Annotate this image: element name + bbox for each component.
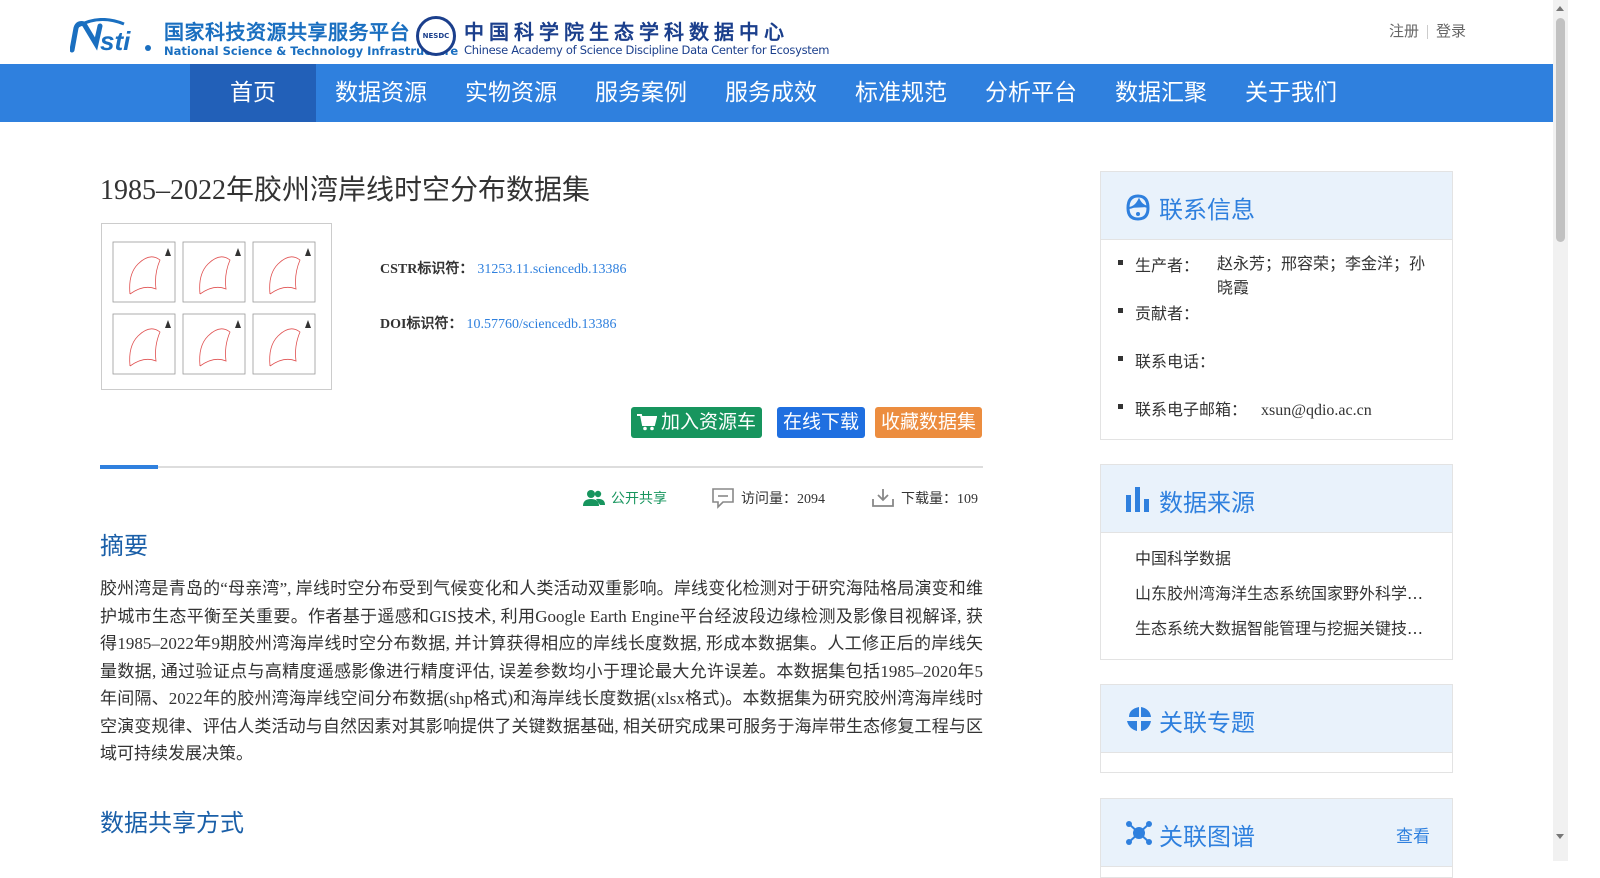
download-count: 下载量：109	[871, 486, 978, 510]
doi-label: DOI标识符：	[380, 317, 463, 332]
nav-item-data-aggregation[interactable]: 数据汇聚	[1096, 64, 1226, 122]
nesdc-badge-icon: NESDC	[416, 16, 456, 56]
thumbnail-maps-image	[112, 241, 316, 375]
active-tab-indicator	[100, 465, 158, 469]
data-source-panel-header: 数据来源	[1101, 465, 1452, 533]
contributor-row: 贡献者：	[1118, 300, 1200, 324]
contributor-label: 贡献者：	[1135, 304, 1200, 323]
visit-count: 访问量：2094	[711, 486, 825, 510]
register-link[interactable]: 注册	[1381, 20, 1427, 41]
nav-list: 首页 数据资源 实物资源 服务案例 服务成效 标准规范 分析平台 数据汇聚 关于…	[190, 64, 1356, 122]
favorite-dataset-button[interactable]: 收藏数据集	[875, 407, 983, 438]
email-value[interactable]: xsun@qdio.ac.cn	[1261, 402, 1372, 419]
scroll-down-arrow-icon[interactable]	[1556, 834, 1564, 839]
nav-item-analysis-platform[interactable]: 分析平台	[966, 64, 1096, 122]
producer-value: 赵永芳；邢容荣；李金洋；孙晓霞	[1217, 254, 1426, 297]
nav-item-service-results[interactable]: 服务成效	[706, 64, 836, 122]
bullet	[1118, 260, 1123, 265]
site-header: sti 国家科技资源共享服务平台 National Science & Tech…	[0, 0, 1568, 64]
data-source-panel: 数据来源 中国科学数据 山东胶州湾海洋生态系统国家野外科学观测研究站 生态系统大…	[1100, 464, 1453, 660]
abstract-heading: 摘要	[100, 532, 148, 560]
logo1-en-text: National Science & Technology Infrastruc…	[164, 44, 459, 58]
source-item[interactable]: 中国科学数据	[1135, 545, 1425, 569]
logo2-en-text: Chinese Academy of Science Discipline Da…	[464, 43, 830, 57]
phone-label: 联系电话：	[1135, 352, 1216, 371]
nesdc-badge-text: NESDC	[422, 32, 450, 40]
users-icon	[583, 490, 605, 506]
nsti-logo-icon: sti	[70, 18, 151, 54]
related-topics-panel-title: 关联专题	[1159, 709, 1255, 737]
abstract-text: 胶州湾是青岛的“母亲湾”, 岸线时空分布受到气候变化和人类活动双重影响。岸线变化…	[100, 579, 983, 763]
scroll-up-arrow-icon[interactable]	[1556, 6, 1564, 11]
logo1-cn-text: 国家科技资源共享服务平台	[164, 20, 410, 44]
contact-panel-header: 联系信息	[1101, 172, 1452, 240]
cart-icon	[637, 414, 658, 431]
add-to-cart-label: 加入资源车	[661, 411, 757, 433]
visit-count-text: 访问量：2094	[741, 492, 825, 507]
bullet	[1118, 404, 1123, 409]
doi-link[interactable]: 10.57760/sciencedb.13386	[466, 317, 616, 332]
nesdc-logo[interactable]: NESDC 中国科学院生态学科数据中心 Chinese Academy of S…	[416, 14, 829, 58]
bullet	[1118, 308, 1123, 313]
related-graph-panel-header: 关联图谱 查看	[1101, 799, 1452, 867]
producer-label: 生产者：	[1135, 256, 1200, 275]
svg-text:sti: sti	[100, 26, 131, 54]
contact-person-icon	[1126, 194, 1150, 221]
related-graph-panel-title: 关联图谱	[1159, 823, 1255, 851]
nav-item-standards[interactable]: 标准规范	[836, 64, 966, 122]
email-label: 联系电子邮箱：	[1135, 400, 1248, 419]
share-status-text: 公开共享	[611, 491, 667, 507]
nav-item-service-cases[interactable]: 服务案例	[576, 64, 706, 122]
sharing-heading: 数据共享方式	[100, 809, 244, 837]
data-source-panel-title: 数据来源	[1159, 489, 1255, 517]
nav-item-physical-resources[interactable]: 实物资源	[446, 64, 576, 122]
cstr-row: CSTR标识符： 31253.11.sciencedb.13386	[380, 258, 627, 278]
cstr-label: CSTR标识符：	[380, 262, 474, 277]
producer-row: 生产者： 赵永芳；邢容荣；李金洋；孙晓霞	[1118, 252, 1425, 297]
email-row: 联系电子邮箱： xsun@qdio.ac.cn	[1118, 396, 1372, 420]
bullet	[1118, 356, 1123, 361]
login-link[interactable]: 登录	[1428, 20, 1474, 41]
online-download-button[interactable]: 在线下载	[777, 407, 866, 438]
phone-row: 联系电话：	[1118, 348, 1216, 372]
nav-item-data-resources[interactable]: 数据资源	[316, 64, 446, 122]
add-to-cart-button[interactable]: 加入资源车	[631, 407, 763, 438]
dataset-title: 1985–2022年胶州湾岸线时空分布数据集	[100, 175, 591, 206]
source-item[interactable]: 山东胶州湾海洋生态系统国家野外科学观测研究站	[1135, 580, 1425, 604]
related-graph-panel: 关联图谱 查看	[1100, 798, 1453, 878]
page-scrollbar[interactable]	[1553, 0, 1568, 861]
doi-row: DOI标识符： 10.57760/sciencedb.13386	[380, 313, 617, 333]
cstr-platform-logo[interactable]: sti 国家科技资源共享服务平台 National Science & Tech…	[70, 14, 458, 58]
view-graph-link[interactable]: 查看	[1396, 822, 1430, 847]
network-graph-icon	[1126, 821, 1152, 845]
contact-panel: 联系信息 生产者： 赵永芳；邢容荣；李金洋；孙晓霞 贡献者： 联系电话： 联系电子…	[1100, 171, 1453, 440]
nav-item-about-us[interactable]: 关于我们	[1226, 64, 1356, 122]
main-nav: 首页 数据资源 实物资源 服务案例 服务成效 标准规范 分析平台 数据汇聚 关于…	[0, 64, 1553, 122]
nav-item-home[interactable]: 首页	[190, 64, 316, 122]
auth-links: 注册 登录	[1381, 20, 1474, 41]
source-item[interactable]: 生态系统大数据智能管理与挖掘关键技术研究	[1135, 615, 1425, 639]
bar-chart-icon	[1126, 487, 1149, 512]
download-count-text: 下载量：109	[901, 492, 978, 507]
topics-icon	[1127, 707, 1151, 731]
comment-icon	[712, 488, 734, 509]
download-icon	[872, 489, 894, 507]
share-status: 公开共享	[583, 486, 667, 510]
related-topics-panel-header: 关联专题	[1101, 685, 1452, 753]
scrollbar-thumb[interactable]	[1556, 18, 1565, 242]
logo2-cn-text: 中国科学院生态学科数据中心	[464, 20, 789, 44]
dataset-thumbnail[interactable]	[101, 223, 332, 390]
contact-panel-title: 联系信息	[1159, 196, 1255, 224]
cstr-link[interactable]: 31253.11.sciencedb.13386	[477, 262, 626, 277]
related-topics-panel: 关联专题	[1100, 684, 1453, 773]
tab-divider	[100, 465, 983, 469]
